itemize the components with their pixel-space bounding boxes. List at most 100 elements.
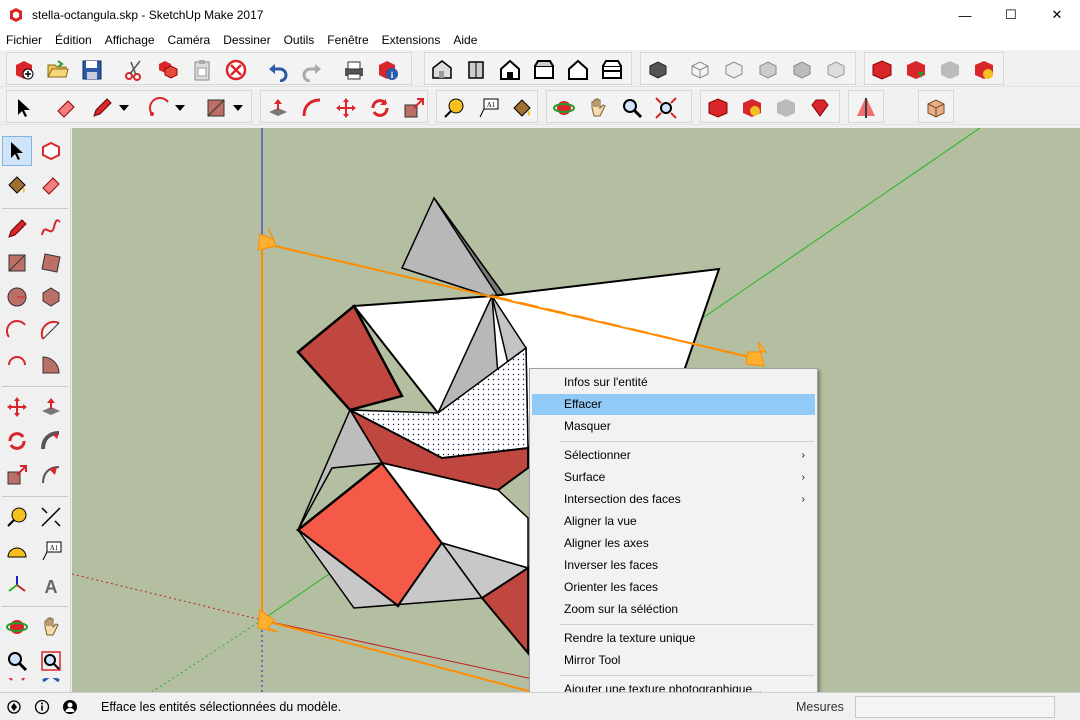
minimize-button[interactable]: — — [942, 0, 988, 30]
measurements-input[interactable] — [855, 696, 1055, 718]
warehouse-button[interactable] — [869, 57, 895, 83]
palette-orbit-button[interactable] — [2, 612, 32, 642]
line-tool-button[interactable] — [89, 95, 115, 121]
share-component-button[interactable] — [937, 57, 963, 83]
palette-rotate-button[interactable] — [2, 426, 32, 456]
share-model-button[interactable] — [903, 57, 929, 83]
palette-move-button[interactable] — [2, 392, 32, 422]
eraser-tool-button[interactable] — [53, 95, 79, 121]
3d-viewport[interactable]: Infos sur l'entité Effacer Masquer Sélec… — [72, 128, 1080, 692]
new-file-button[interactable] — [11, 57, 37, 83]
palette-arc-button[interactable] — [2, 316, 32, 346]
shape-tool-button[interactable] — [203, 95, 229, 121]
palette-offset-button[interactable] — [36, 460, 66, 490]
ctx-infos-entite[interactable]: Infos sur l'entité — [532, 372, 815, 393]
view-back-button[interactable] — [565, 57, 591, 83]
palette-tape-button[interactable] — [2, 502, 32, 532]
ctx-aligner-vue[interactable]: Aligner la vue — [532, 511, 815, 532]
palette-eraser-button[interactable] — [36, 170, 66, 200]
ctx-masquer[interactable]: Masquer — [532, 416, 815, 437]
palette-2point-arc-button[interactable] — [36, 316, 66, 346]
palette-line-button[interactable] — [2, 214, 32, 244]
view-front-button[interactable] — [497, 57, 523, 83]
menu-outils[interactable]: Outils — [278, 30, 322, 50]
palette-polygon-button[interactable] — [36, 282, 66, 312]
palette-dimension-button[interactable] — [36, 502, 66, 532]
maximize-button[interactable]: ☐ — [988, 0, 1034, 30]
arc-dropdown-icon[interactable] — [175, 104, 185, 112]
menu-dessiner[interactable]: Dessiner — [217, 30, 277, 50]
view-right-button[interactable] — [531, 57, 557, 83]
palette-rectangle-button[interactable] — [2, 248, 32, 278]
palette-pie-button[interactable] — [36, 350, 66, 380]
shaded-textures-button[interactable] — [789, 57, 815, 83]
ctx-surface[interactable]: Surface › — [532, 467, 815, 488]
shape-dropdown-icon[interactable] — [233, 104, 243, 112]
extension-warehouse-button[interactable] — [971, 57, 997, 83]
palette-freehand-button[interactable] — [36, 214, 66, 244]
follow-me-button[interactable] — [299, 95, 325, 121]
save-button[interactable] — [79, 57, 105, 83]
monochrome-button[interactable] — [823, 57, 849, 83]
menu-fenetre[interactable]: Fenêtre — [321, 30, 375, 50]
menu-camera[interactable]: Caméra — [162, 30, 218, 50]
menu-aide[interactable]: Aide — [447, 30, 484, 50]
hidden-line-button[interactable] — [721, 57, 747, 83]
view-top-button[interactable] — [463, 57, 489, 83]
menu-edition[interactable]: Édition — [49, 30, 99, 50]
scale-button[interactable] — [401, 95, 427, 121]
palette-previous-button[interactable] — [36, 678, 66, 692]
select-tool-button[interactable] — [11, 95, 37, 121]
erase-button[interactable] — [223, 57, 249, 83]
shaded-button[interactable] — [755, 57, 781, 83]
ctx-texture-unique[interactable]: Rendre la texture unique — [532, 628, 815, 649]
view-left-button[interactable] — [599, 57, 625, 83]
palette-axes-button[interactable] — [2, 570, 32, 600]
wireframe-button[interactable] — [687, 57, 713, 83]
component-share-button[interactable] — [773, 95, 799, 121]
undo-button[interactable] — [265, 57, 291, 83]
paint-bucket-button[interactable] — [509, 95, 535, 121]
text-tool-button[interactable]: A1 — [475, 95, 501, 121]
mirror-tool-button[interactable] — [853, 95, 879, 121]
zoom-extents-button[interactable] — [653, 95, 679, 121]
redo-button[interactable] — [299, 57, 325, 83]
palette-rotated-rectangle-button[interactable] — [36, 248, 66, 278]
print-button[interactable] — [341, 57, 367, 83]
menu-extensions[interactable]: Extensions — [376, 30, 448, 50]
orbit-button[interactable] — [551, 95, 577, 121]
box-tool-button[interactable] — [923, 95, 949, 121]
palette-3point-arc-button[interactable] — [2, 350, 32, 380]
palette-3dtext-button[interactable]: A — [36, 570, 66, 600]
rotate-button[interactable] — [367, 95, 393, 121]
palette-protractor-button[interactable] — [2, 536, 32, 566]
push-pull-button[interactable] — [265, 95, 291, 121]
paste-button[interactable] — [189, 57, 215, 83]
ctx-selectionner[interactable]: Sélectionner › — [532, 445, 815, 466]
ctx-effacer[interactable]: Effacer — [532, 394, 815, 415]
line-dropdown-icon[interactable] — [119, 104, 129, 112]
palette-paint-button[interactable] — [2, 170, 32, 200]
open-button[interactable] — [45, 57, 71, 83]
ctx-intersection-faces[interactable]: Intersection des faces › — [532, 489, 815, 510]
palette-zoom-window-button[interactable] — [36, 646, 66, 676]
palette-followme-button[interactable] — [36, 426, 66, 456]
palette-zoom-button[interactable] — [2, 646, 32, 676]
3d-warehouse-button[interactable] — [705, 95, 731, 121]
zoom-button[interactable] — [619, 95, 645, 121]
menu-fichier[interactable]: Fichier — [0, 30, 49, 50]
palette-pushpull-button[interactable] — [36, 392, 66, 422]
cut-button[interactable] — [121, 57, 147, 83]
extension-store-button[interactable] — [739, 95, 765, 121]
close-button[interactable]: ✕ — [1034, 0, 1080, 30]
view-iso-button[interactable] — [429, 57, 455, 83]
pan-button[interactable] — [585, 95, 611, 121]
palette-select-button[interactable] — [2, 136, 32, 166]
menu-affichage[interactable]: Affichage — [99, 30, 162, 50]
xray-button[interactable] — [645, 57, 671, 83]
palette-component-button[interactable] — [36, 136, 66, 166]
ctx-texture-photo[interactable]: Ajouter une texture photographique... — [532, 679, 815, 692]
tape-measure-button[interactable] — [441, 95, 467, 121]
palette-scale-button[interactable] — [2, 460, 32, 490]
palette-pan-button[interactable] — [36, 612, 66, 642]
